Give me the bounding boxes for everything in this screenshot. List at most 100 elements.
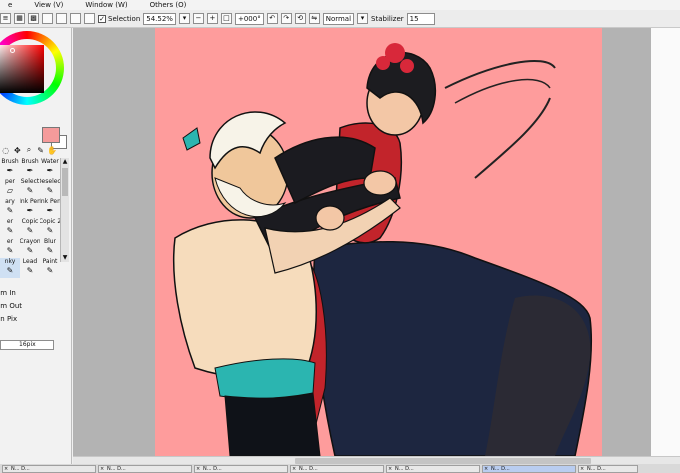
toolbar: ≡ ▦ ▩ ✓ Selection 54.52% ▾ − + □ +000° ↶… [0, 10, 680, 28]
tool-marker[interactable]: er ✎ [0, 218, 20, 238]
rotate-left-icon[interactable]: ↶ [266, 13, 278, 24]
close-icon: × [580, 465, 585, 472]
color-picker-marker[interactable] [10, 48, 15, 53]
navigator-size-field[interactable]: 16pix [0, 340, 54, 350]
grid-icon[interactable]: ▩ [28, 13, 39, 24]
rotate-right-icon[interactable]: ↷ [280, 13, 292, 24]
close-icon: × [388, 465, 393, 472]
color-saturation-square[interactable] [0, 45, 44, 93]
zoom-in-icon[interactable]: + [206, 13, 218, 24]
close-icon: × [292, 465, 297, 472]
blur-icon: ✎ [46, 246, 54, 255]
eraser-icon: ▱ [6, 186, 14, 195]
menu-item-window[interactable]: Window (W) [85, 1, 127, 9]
artwork-illustration [172, 43, 593, 456]
tool-scroll-thumb[interactable] [62, 168, 68, 196]
rotation-field[interactable]: +000° [234, 12, 264, 25]
selection-label: Selection [108, 14, 141, 23]
canvas-horizontal-scrollbar[interactable] [73, 456, 680, 464]
tool-copic[interactable]: Copic ✎ [20, 218, 40, 238]
navigator-item-pixel[interactable]: on Pix [0, 315, 22, 328]
lead-icon: ✎ [26, 266, 34, 275]
select-icon: ✎ [26, 186, 34, 195]
ink-pen-icon: ✒ [46, 206, 54, 215]
document-tab[interactable]: × N... D... [194, 464, 288, 473]
tool-marker-2[interactable]: er ✎ [0, 238, 20, 258]
zoom-out-icon[interactable]: − [192, 13, 204, 24]
document-tab[interactable]: × N... D... [98, 464, 192, 473]
document-tab[interactable]: × N... D... [2, 464, 96, 473]
menu-item-edit[interactable]: e [8, 1, 12, 9]
navigator-item-zoom-in[interactable]: om In [0, 289, 22, 302]
tool-ink-pen[interactable]: Ink Pen ✒ [20, 198, 40, 218]
menu-item-others[interactable]: Others (O) [150, 1, 187, 9]
tool-select[interactable]: Select ✎ [20, 178, 40, 198]
document-tab[interactable]: × N... D... [578, 464, 638, 473]
navigator-item-zoom-out[interactable]: om Out [0, 302, 22, 315]
close-icon: × [484, 465, 489, 472]
eyedropper-icon[interactable]: ✎ [35, 146, 47, 155]
document-tab[interactable]: × N... D... [290, 464, 384, 473]
menu-item-view[interactable]: View (V) [34, 1, 63, 9]
close-icon: × [100, 465, 105, 472]
select-all-icon[interactable]: ▦ [14, 13, 25, 24]
brush-icon: ✒ [26, 166, 34, 175]
tool-pencil[interactable]: nky ✎ [0, 258, 20, 278]
tool-eraser[interactable]: per ▱ [0, 178, 20, 198]
canvas-workspace[interactable] [73, 28, 680, 456]
zoom-dropdown-icon[interactable]: ▾ [178, 13, 190, 24]
brush-icon: ✒ [6, 166, 14, 175]
flip-icon[interactable]: ⇋ [308, 13, 320, 24]
navigator-item-reset[interactable]: t [0, 276, 22, 289]
document-tab-bar: × N... D... × N... D... × N... D... × N... D… [0, 464, 680, 473]
zoom-reset-icon[interactable]: □ [220, 13, 232, 24]
water-brush-icon: ✒ [46, 166, 54, 175]
tool-ink-pen-2[interactable]: Ink Pen ✒ [40, 198, 60, 218]
document-tab-active[interactable]: × N... D... [482, 464, 576, 473]
brush-tool-grid: Brush✒ Brush✒ Water✒ per▱ Select✎ Desele… [0, 158, 60, 278]
menu-grip-icon[interactable]: ≡ [0, 13, 11, 24]
tool-deselect[interactable]: Deselect✎ [40, 178, 60, 198]
canvas-right-margin [651, 28, 680, 456]
crayon-icon: ✎ [26, 246, 34, 255]
tool-brush-2[interactable]: Brush ✒ [20, 158, 40, 178]
blend-mode-select[interactable]: Normal [322, 12, 355, 25]
tool-binary[interactable]: ary ✎ [0, 198, 20, 218]
tool-copic-2[interactable]: Copic 2✎ [40, 218, 60, 238]
tool-paint[interactable]: Paint ✎ [40, 258, 60, 278]
tool-brush[interactable]: Brush ✒ [0, 158, 20, 178]
scroll-down-icon[interactable]: ▼ [61, 254, 69, 262]
hand-icon[interactable]: ✋ [46, 146, 58, 155]
tool-icons-row: ◌ ✥ ⌕ ✎ ✋ [0, 144, 58, 156]
copic-icon: ✎ [26, 226, 34, 235]
undo-icon[interactable] [84, 13, 95, 24]
tool-water[interactable]: Water ✒ [40, 158, 60, 178]
tool-crayon[interactable]: Crayon ✎ [20, 238, 40, 258]
stabilizer-label: Stabilizer [371, 14, 404, 23]
drawing-canvas[interactable] [155, 28, 602, 456]
invert-icon[interactable] [70, 13, 81, 24]
scroll-up-icon[interactable]: ▲ [61, 158, 69, 166]
lasso-icon[interactable]: ◌ [0, 146, 12, 155]
left-tool-panel: ◌ ✥ ⌕ ✎ ✋ Brush ✒ Brush ✒ Water ✒ per ▱ Sele… [0, 28, 72, 473]
close-icon: × [4, 465, 9, 472]
marker-icon: ✎ [6, 226, 14, 235]
move-icon[interactable]: ✥ [12, 146, 24, 155]
blend-mode-dropdown-icon[interactable]: ▾ [357, 13, 369, 24]
zoom-icon[interactable]: ⌕ [23, 145, 35, 155]
deselect-icon[interactable] [56, 13, 67, 24]
stabilizer-select[interactable]: 15 [406, 12, 435, 25]
marker-icon: ✎ [6, 246, 14, 255]
tool-lead[interactable]: Lead ✎ [20, 258, 40, 278]
foreground-color-swatch[interactable] [42, 127, 60, 143]
zoom-field[interactable]: 54.52% [143, 12, 176, 25]
menu-bar: e View (V) Window (W) Others (O) [0, 0, 680, 10]
clear-icon[interactable] [42, 13, 53, 24]
tool-blur[interactable]: Blur ✎ [40, 238, 60, 258]
ink-pen-icon: ✒ [26, 206, 34, 215]
rotate-reset-icon[interactable]: ⟲ [294, 13, 306, 24]
deselect-icon: ✎ [46, 186, 54, 195]
document-tab[interactable]: × N... D... [386, 464, 480, 473]
tool-scrollbar[interactable]: ▲ ▼ [60, 158, 69, 262]
selection-checkbox[interactable]: ✓ [98, 14, 106, 23]
